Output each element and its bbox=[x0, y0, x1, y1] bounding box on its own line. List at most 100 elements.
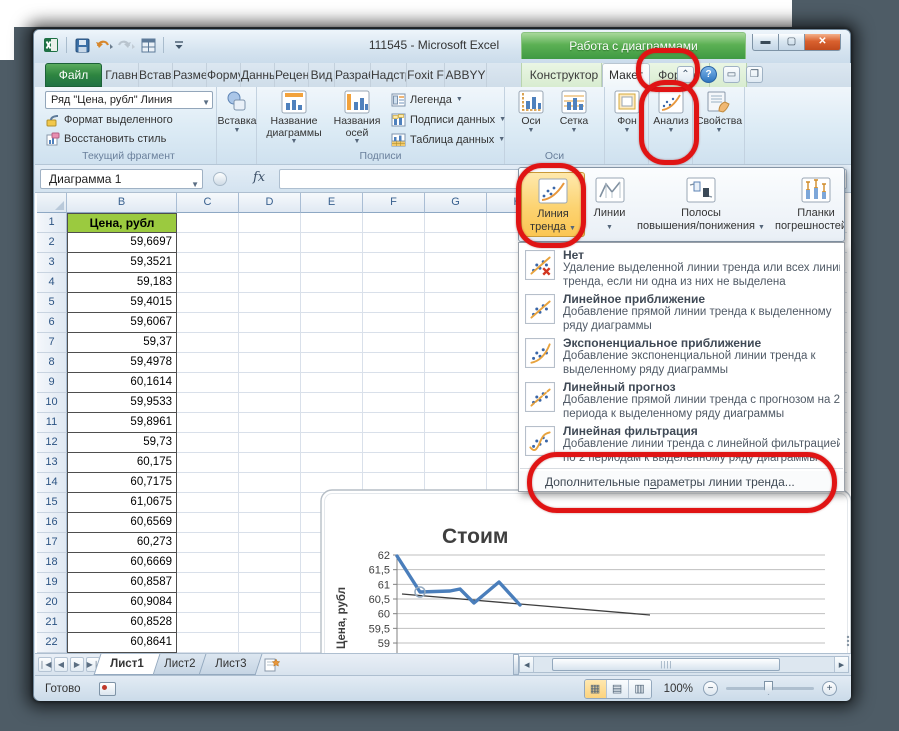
cell-C22[interactable] bbox=[177, 633, 239, 653]
cell-F5[interactable] bbox=[363, 293, 425, 313]
zoom-slider[interactable] bbox=[726, 681, 814, 695]
cell-D15[interactable] bbox=[239, 493, 301, 513]
cell-D2[interactable] bbox=[239, 233, 301, 253]
zoom-in-icon[interactable]: + bbox=[822, 681, 837, 696]
column-header-F[interactable]: F bbox=[363, 193, 425, 213]
cell-F7[interactable] bbox=[363, 333, 425, 353]
cell-C6[interactable] bbox=[177, 313, 239, 333]
zoom-slider-thumb[interactable] bbox=[764, 681, 773, 695]
row-header-8[interactable]: 8 bbox=[37, 353, 67, 373]
row-header-16[interactable]: 16 bbox=[37, 513, 67, 533]
cell-G11[interactable] bbox=[425, 413, 487, 433]
cell-C20[interactable] bbox=[177, 593, 239, 613]
column-header-B[interactable]: B bbox=[67, 193, 177, 213]
ribbon-tab-рецен[interactable]: Рецен bbox=[275, 63, 309, 87]
cell-C2[interactable] bbox=[177, 233, 239, 253]
cell-D14[interactable] bbox=[239, 473, 301, 493]
maximize-button[interactable]: ▢ bbox=[779, 34, 805, 51]
reset-style-button[interactable]: Восстановить стиль bbox=[43, 130, 169, 148]
cell-D4[interactable] bbox=[239, 273, 301, 293]
cell-G8[interactable] bbox=[425, 353, 487, 373]
menu-item-нет[interactable]: Нет Удаление выделенной линии тренда или … bbox=[519, 246, 844, 290]
data-labels-button[interactable]: Подписи данных ▼ bbox=[391, 111, 506, 129]
cell-B6[interactable]: 59,6067 bbox=[67, 313, 177, 333]
ribbon-tab-abbyy[interactable]: ABBYY bbox=[445, 63, 487, 87]
cell-D6[interactable] bbox=[239, 313, 301, 333]
cell-B2[interactable]: 59,6697 bbox=[67, 233, 177, 253]
cell-F4[interactable] bbox=[363, 273, 425, 293]
format-selection-button[interactable]: Формат выделенного bbox=[43, 111, 176, 129]
menu-item-экспоненциальное-приближение[interactable]: Экспоненциальное приближение Добавление э… bbox=[519, 334, 844, 378]
cell-D16[interactable] bbox=[239, 513, 301, 533]
cell-D17[interactable] bbox=[239, 533, 301, 553]
flyout-button-error-bars[interactable]: Планкипогрешностей ▼ bbox=[770, 172, 844, 237]
row-header-10[interactable]: 10 bbox=[37, 393, 67, 413]
help-icon[interactable]: ? bbox=[700, 66, 717, 83]
chart-elements-combo[interactable]: Ряд "Цена, рубл" Линия ▼ bbox=[45, 91, 213, 109]
ribbon-tab-разме[interactable]: Разме bbox=[173, 63, 207, 87]
cell-C12[interactable] bbox=[177, 433, 239, 453]
cell-C4[interactable] bbox=[177, 273, 239, 293]
cell-D13[interactable] bbox=[239, 453, 301, 473]
cell-F12[interactable] bbox=[363, 433, 425, 453]
cell-F8[interactable] bbox=[363, 353, 425, 373]
chart-object[interactable]: Стоим 6261,56160,56059,55958,55857,5 21.… bbox=[320, 489, 851, 653]
cell-B3[interactable]: 59,3521 bbox=[67, 253, 177, 273]
row-header-14[interactable]: 14 bbox=[37, 473, 67, 493]
cell-B5[interactable]: 59,4015 bbox=[67, 293, 177, 313]
page-break-view-icon[interactable]: ▥ bbox=[628, 679, 651, 698]
cell-C21[interactable] bbox=[177, 613, 239, 633]
close-button[interactable]: ✕ bbox=[805, 34, 841, 51]
cell-C5[interactable] bbox=[177, 293, 239, 313]
cell-C15[interactable] bbox=[177, 493, 239, 513]
column-header-C[interactable]: C bbox=[177, 193, 239, 213]
cell-B1[interactable]: Цена, рубл bbox=[67, 213, 177, 233]
row-header-5[interactable]: 5 bbox=[37, 293, 67, 313]
cell-F13[interactable] bbox=[363, 453, 425, 473]
cell-B19[interactable]: 60,8587 bbox=[67, 573, 177, 593]
cell-F10[interactable] bbox=[363, 393, 425, 413]
cell-F6[interactable] bbox=[363, 313, 425, 333]
row-header-3[interactable]: 3 bbox=[37, 253, 67, 273]
cell-C1[interactable] bbox=[177, 213, 239, 233]
cell-B11[interactable]: 59,8961 bbox=[67, 413, 177, 433]
cell-G12[interactable] bbox=[425, 433, 487, 453]
cell-D7[interactable] bbox=[239, 333, 301, 353]
cell-E4[interactable] bbox=[301, 273, 363, 293]
cell-B18[interactable]: 60,6669 bbox=[67, 553, 177, 573]
minimize-button[interactable]: ▬ bbox=[752, 34, 779, 51]
scroll-right-icon[interactable]: ▶ bbox=[834, 657, 848, 672]
cell-B8[interactable]: 59,4978 bbox=[67, 353, 177, 373]
cell-G1[interactable] bbox=[425, 213, 487, 233]
cell-B21[interactable]: 60,8528 bbox=[67, 613, 177, 633]
cell-D18[interactable] bbox=[239, 553, 301, 573]
data-table-button[interactable]: Таблица данных ▼ bbox=[391, 131, 505, 149]
ribbon-tab-foxit f[interactable]: Foxit F bbox=[407, 63, 445, 87]
cell-G7[interactable] bbox=[425, 333, 487, 353]
row-header-1[interactable]: 1 bbox=[37, 213, 67, 233]
cell-G4[interactable] bbox=[425, 273, 487, 293]
sheet-tab-лист3[interactable]: Лист3 bbox=[198, 654, 263, 675]
cell-D1[interactable] bbox=[239, 213, 301, 233]
cell-B13[interactable]: 60,175 bbox=[67, 453, 177, 473]
save-icon[interactable] bbox=[73, 36, 91, 54]
cell-D9[interactable] bbox=[239, 373, 301, 393]
cell-C13[interactable] bbox=[177, 453, 239, 473]
cell-C10[interactable] bbox=[177, 393, 239, 413]
cell-E12[interactable] bbox=[301, 433, 363, 453]
row-header-7[interactable]: 7 bbox=[37, 333, 67, 353]
cell-D12[interactable] bbox=[239, 433, 301, 453]
cell-E13[interactable] bbox=[301, 453, 363, 473]
cell-C7[interactable] bbox=[177, 333, 239, 353]
cell-B10[interactable]: 59,9533 bbox=[67, 393, 177, 413]
cell-G13[interactable] bbox=[425, 453, 487, 473]
cell-B20[interactable]: 60,9084 bbox=[67, 593, 177, 613]
ribbon-tab-форму[interactable]: Форму bbox=[207, 63, 241, 87]
cell-D21[interactable] bbox=[239, 613, 301, 633]
cell-F11[interactable] bbox=[363, 413, 425, 433]
cell-E9[interactable] bbox=[301, 373, 363, 393]
cell-B4[interactable]: 59,183 bbox=[67, 273, 177, 293]
properties-button[interactable]: Свойства ▼ bbox=[696, 90, 742, 134]
insert-button[interactable]: Вставка ▼ bbox=[217, 90, 257, 134]
cell-F2[interactable] bbox=[363, 233, 425, 253]
